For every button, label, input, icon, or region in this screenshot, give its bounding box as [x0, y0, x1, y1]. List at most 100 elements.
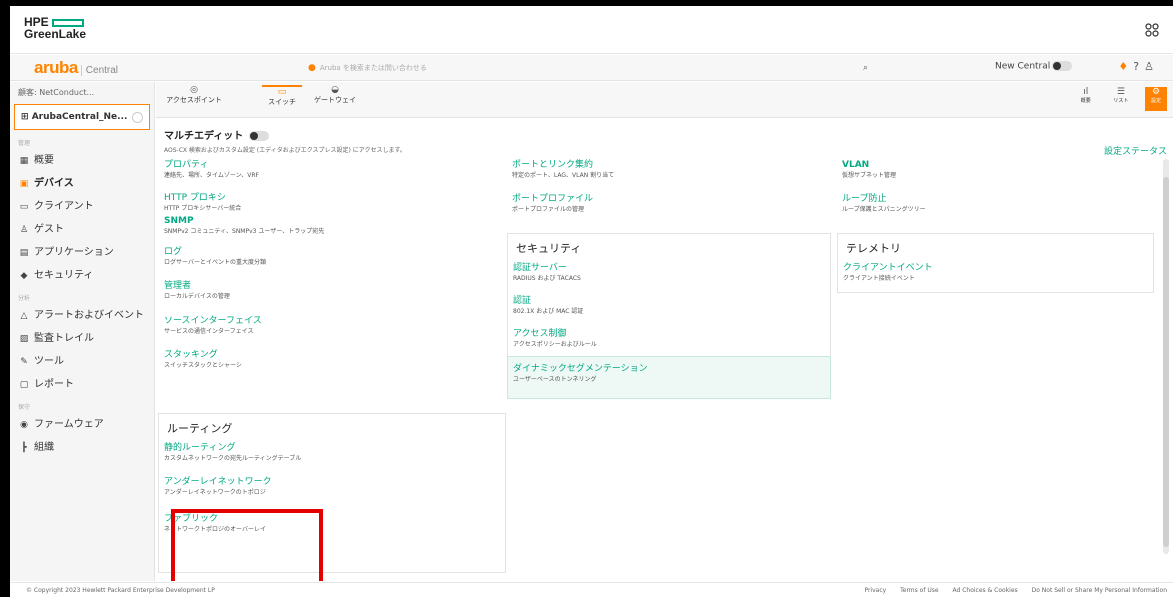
- dynamic-segmentation-text: ダイナミックセグメンテーション ユーザーベースのトンネリング: [513, 363, 648, 384]
- sidebar-item-devices[interactable]: ▣ デバイス: [10, 172, 154, 195]
- sidebar-item-clients[interactable]: ▭ クライアント: [10, 195, 154, 218]
- hpe-greenlake-logo[interactable]: HPE GreenLake: [24, 16, 86, 40]
- config-item-client-events[interactable]: クライアントイベント クライアント接続イベント: [843, 262, 933, 283]
- vertical-scrollbar[interactable]: [1163, 159, 1169, 554]
- list-view-button[interactable]: ☰ リスト: [1110, 87, 1132, 111]
- config-item-dynamic-segmentation[interactable]: ダイナミックセグメンテーション ユーザーベースのトンネリング: [507, 356, 831, 399]
- search-placeholder: Aruba を検索または問い合わせる: [319, 64, 427, 72]
- aruba-central-logo[interactable]: aruba Central: [34, 58, 119, 78]
- config-content: マルチエディット AOS-CX 検索およびカスタム設定 (エディタおよびエクスプ…: [156, 119, 1173, 581]
- config-item-title: プロパティ: [164, 160, 209, 170]
- privacy-link[interactable]: Privacy: [864, 587, 886, 594]
- sidebar-item-label: セキュリティ: [34, 270, 94, 281]
- config-item-title: ポートとリンク集約: [512, 160, 594, 170]
- sidebar-item-overview[interactable]: ▦ 概要: [10, 149, 154, 172]
- config-item-auth-server[interactable]: 認証サーバー RADIUS および TACACS: [513, 262, 581, 283]
- customer-label: 顧客: NetConduct...: [18, 88, 95, 97]
- config-item-title: 認証サーバー: [513, 263, 567, 273]
- config-item-stacking[interactable]: スタッキング スイッチスタックとシャーシ: [164, 349, 242, 370]
- config-item-vlan[interactable]: VLAN 仮想サブネット管理: [842, 159, 896, 180]
- config-item-title: VLAN: [842, 160, 870, 170]
- config-item-title: 管理者: [164, 281, 192, 291]
- aruba-central-header: aruba Central ● Aruba を検索または問い合わせる ⌕ New C…: [10, 55, 1173, 81]
- tab-switches[interactable]: ▭ スイッチ: [262, 85, 302, 118]
- security-icon: ◆: [20, 271, 28, 281]
- device-icon: ▣: [19, 179, 29, 189]
- central-product-name: Central: [80, 65, 119, 76]
- help-icon[interactable]: ?: [1133, 60, 1144, 73]
- audit-icon: ▨: [19, 334, 29, 344]
- config-item-loop-prevention[interactable]: ループ防止 ループ保護とスパニングツリー: [842, 193, 926, 214]
- search-icon[interactable]: ⌕: [863, 59, 868, 77]
- terms-link[interactable]: Terms of Use: [900, 587, 938, 594]
- client-icon: ▭: [19, 202, 29, 212]
- config-item-authentication[interactable]: 認証 802.1X および MAC 認証: [513, 295, 583, 316]
- notification-icon[interactable]: ♦: [1118, 60, 1133, 73]
- section-manage: 管理: [18, 140, 31, 147]
- sidebar-item-security[interactable]: ◆ セキュリティ: [10, 264, 154, 287]
- sidebar-item-tools[interactable]: ✎ ツール: [10, 350, 154, 373]
- config-item-title: 静的ルーティング: [164, 443, 236, 453]
- config-item-title: ポートプロファイル: [512, 194, 594, 204]
- sidebar-item-label: アラートおよびイベント: [34, 310, 144, 321]
- config-item-log[interactable]: ログ ログサーバーとイベントの重大度分類: [164, 246, 266, 267]
- overview-icon: ▦: [19, 156, 29, 166]
- summary-view-button[interactable]: ıl 概要: [1075, 87, 1097, 111]
- config-item-source-interface[interactable]: ソースインターフェイス サービスの通信インターフェイス: [164, 315, 262, 336]
- scope-clear-icon[interactable]: [132, 112, 143, 123]
- greenlake-logo-text: GreenLake: [24, 27, 87, 41]
- config-item-title: クライアントイベント: [843, 263, 933, 273]
- search-input[interactable]: ● Aruba を検索または問い合わせる ⌕: [308, 59, 908, 77]
- sidebar-item-reports[interactable]: ▢ レポート: [10, 373, 154, 396]
- sidebar-item-guests[interactable]: ♙ ゲスト: [10, 218, 154, 241]
- user-icon[interactable]: ♙: [1144, 60, 1159, 73]
- sidebar-item-applications[interactable]: ▤ アプリケーション: [10, 241, 154, 264]
- sidebar-item-alerts[interactable]: △ アラートおよびイベント: [10, 304, 154, 327]
- sidebar-item-label: クライアント: [34, 201, 94, 212]
- gateway-icon: ◒: [331, 85, 339, 95]
- config-item-admin[interactable]: 管理者 ローカルデバイスの管理: [164, 280, 230, 301]
- app-frame: HPE GreenLake aruba Central ● Aruba を検索または…: [10, 6, 1173, 597]
- config-item-access-control[interactable]: アクセス制御 アクセスポリシーおよびルール: [513, 328, 597, 349]
- config-item-port-profile[interactable]: ポートプロファイル ポートプロファイルの管理: [512, 193, 593, 214]
- access-point-icon: ◎: [190, 85, 198, 95]
- gear-icon: ⚙: [1151, 87, 1161, 97]
- sidebar-item-audit[interactable]: ▨ 監査トレイル: [10, 327, 154, 350]
- config-item-desc: サービスの通信インターフェイス: [164, 328, 254, 335]
- aruba-brand: aruba: [34, 58, 78, 77]
- config-item-desc: アクセスポリシーおよびルール: [513, 341, 597, 348]
- sidebar-item-label: アプリケーション: [34, 247, 114, 258]
- do-not-sell-link[interactable]: Do Not Sell or Share My Personal Informa…: [1032, 587, 1167, 594]
- config-item-http-proxy[interactable]: HTTP プロキシ HTTP プロキシサーバー統合: [164, 192, 241, 213]
- config-item-title: ループ防止: [842, 194, 887, 204]
- config-view-button[interactable]: ⚙ 設定: [1145, 87, 1167, 111]
- apps-grid-icon[interactable]: [1145, 23, 1159, 37]
- config-item-desc: RADIUS および TACACS: [513, 275, 581, 282]
- config-item-underlay-network[interactable]: アンダーレイネットワーク アンダーレイネットワークのトポロジ: [164, 476, 272, 497]
- hierarchy-icon: ⊞: [21, 112, 32, 122]
- config-item-title: アンダーレイネットワーク: [164, 477, 272, 487]
- config-item-static-routing[interactable]: 静的ルーティング カスタムネットワークの宛先ルーティングテーブル: [164, 442, 301, 463]
- footer-links: Privacy Terms of Use Ad Choices & Cookie…: [852, 583, 1167, 597]
- multi-edit-toggle[interactable]: [249, 131, 270, 141]
- scope-selector[interactable]: ⊞ ArubaCentral_Ne...: [14, 104, 150, 130]
- section-maintain: 保守: [18, 404, 31, 411]
- sidebar-item-organization[interactable]: ┣ 組織: [10, 436, 154, 459]
- new-central-toggle[interactable]: New Central: [995, 61, 1073, 72]
- tab-gateways[interactable]: ◒ ゲートウェイ: [310, 85, 360, 118]
- config-item-desc: アンダーレイネットワークのトポロジ: [164, 489, 266, 496]
- config-item-title: SNMP: [164, 216, 194, 226]
- toggle-switch-icon[interactable]: [1052, 61, 1073, 71]
- multi-edit-label: マルチエディット: [164, 131, 244, 142]
- tab-access-points[interactable]: ◎ アクセスポイント: [164, 85, 224, 118]
- config-item-properties[interactable]: プロパティ 連絡先、場所、タイムゾーン、VRF: [164, 159, 259, 180]
- config-item-ports-lag[interactable]: ポートとリンク集約 特定のポート、LAG、VLAN 割り当て: [512, 159, 614, 180]
- config-status-link[interactable]: 設定ステータス: [1104, 144, 1167, 157]
- config-item-snmp[interactable]: SNMP SNMPv2 コミュニティ、SNMPv3 ユーザー、トラップ宛先: [164, 215, 324, 236]
- multi-edit-toggle-row: マルチエディット: [164, 127, 270, 142]
- sidebar-item-firmware[interactable]: ◉ ファームウェア: [10, 413, 154, 436]
- guest-icon: ♙: [19, 225, 29, 235]
- ad-choices-link[interactable]: Ad Choices & Cookies: [953, 587, 1018, 594]
- device-type-tabs: ◎ アクセスポイント ▭ スイッチ ◒ ゲートウェイ ıl 概要 ☰ リスト ⚙ 設定: [156, 82, 1173, 118]
- config-item-desc: クライアント接続イベント: [843, 275, 915, 282]
